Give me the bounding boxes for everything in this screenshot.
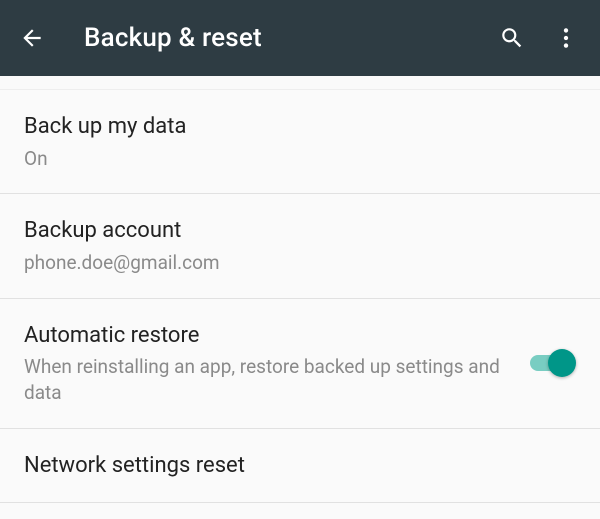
item-text: Back up my data On <box>24 112 576 171</box>
item-title: Back up my data <box>24 112 576 142</box>
item-text: Automatic restore When reinstalling an a… <box>24 321 510 406</box>
overflow-menu-button[interactable] <box>550 22 582 54</box>
item-subtitle: phone.doe@gmail.com <box>24 250 576 276</box>
more-vert-icon <box>553 25 579 51</box>
arrow-back-icon <box>19 25 45 51</box>
page-title: Backup & reset <box>84 23 496 53</box>
appbar: Backup & reset <box>0 0 600 76</box>
item-subtitle: When reinstalling an app, restore backed… <box>24 354 510 405</box>
item-subtitle: On <box>24 146 576 172</box>
search-icon <box>499 25 525 51</box>
search-button[interactable] <box>496 22 528 54</box>
item-title: Backup account <box>24 216 576 246</box>
backup-account-item[interactable]: Backup account phone.doe@gmail.com <box>0 194 600 298</box>
top-spacer <box>0 76 600 90</box>
item-text: Network settings reset <box>24 451 576 481</box>
backup-my-data-item[interactable]: Back up my data On <box>0 90 600 194</box>
automatic-restore-item[interactable]: Automatic restore When reinstalling an a… <box>0 299 600 429</box>
item-title: Network settings reset <box>24 451 576 481</box>
settings-list: Back up my data On Backup account phone.… <box>0 90 600 503</box>
network-settings-reset-item[interactable]: Network settings reset <box>0 429 600 504</box>
switch-thumb <box>548 349 576 377</box>
item-text: Backup account phone.doe@gmail.com <box>24 216 576 275</box>
item-title: Automatic restore <box>24 321 510 351</box>
back-button[interactable] <box>18 24 46 52</box>
automatic-restore-switch[interactable] <box>530 349 576 377</box>
